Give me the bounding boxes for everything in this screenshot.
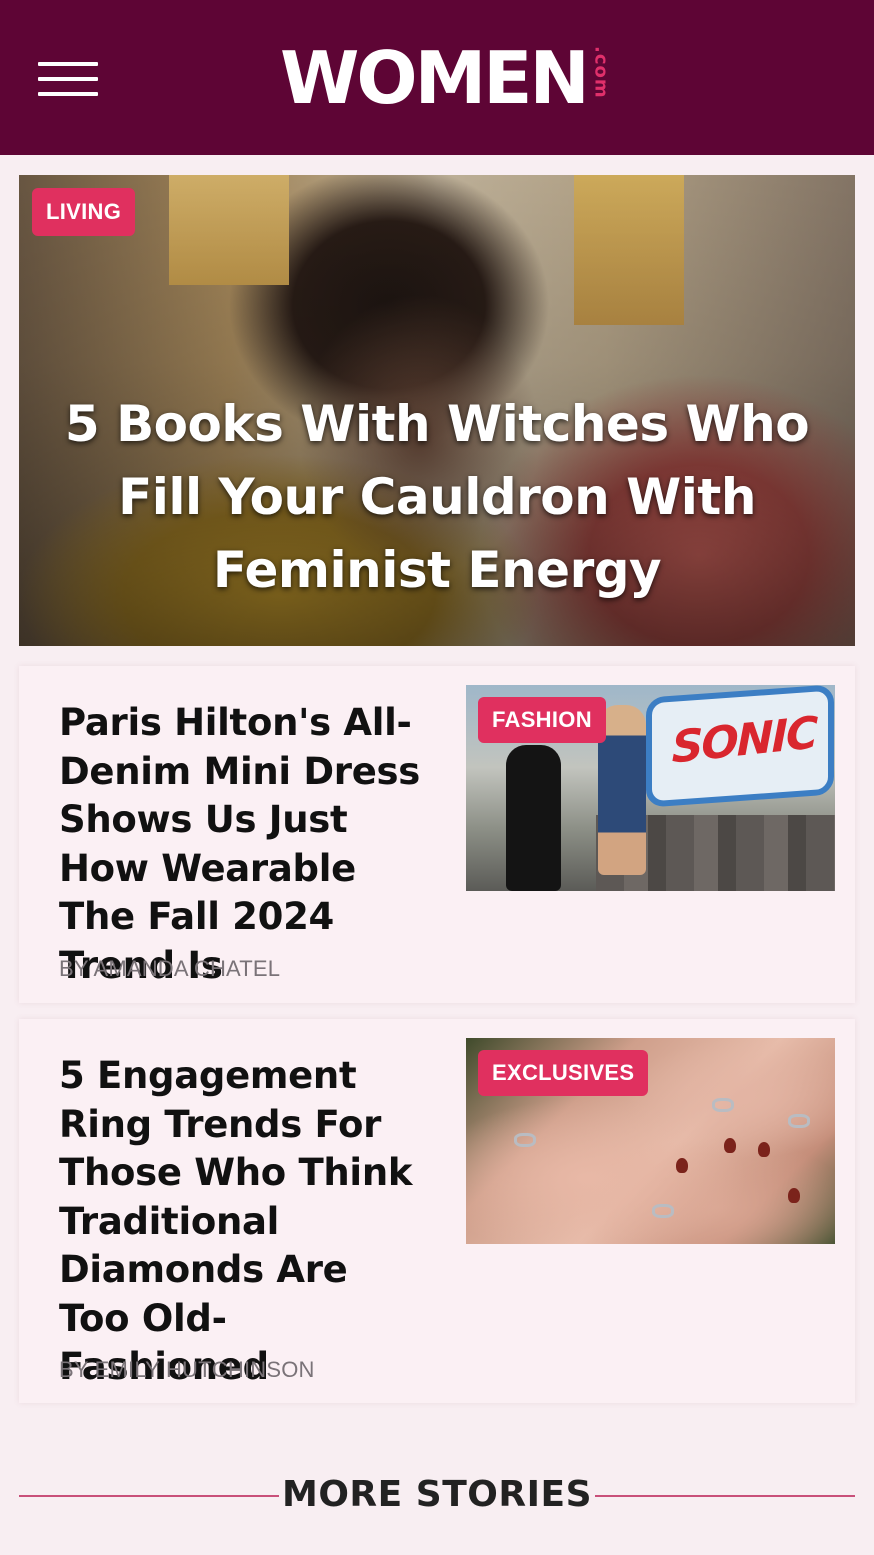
logo-wordmark: WOMEN	[280, 36, 590, 120]
article-thumbnail[interactable]: EXCLUSIVES	[466, 1038, 835, 1244]
article-card[interactable]: Paris Hilton's All-Denim Mini Dress Show…	[19, 666, 855, 1003]
hero-article[interactable]: LIVING 5 Books With Witches Who Fill You…	[19, 175, 855, 646]
article-author: BY EMILY HUTCHINSON	[59, 1357, 315, 1382]
category-tag-living[interactable]: LIVING	[32, 188, 136, 236]
category-tag-fashion[interactable]: FASHION	[478, 697, 606, 743]
hero-title[interactable]: 5 Books With Witches Who Fill Your Cauld…	[49, 388, 825, 607]
more-stories-heading: MORE STORIES	[19, 1470, 855, 1520]
article-thumbnail[interactable]: SONIC FASHION	[466, 685, 835, 891]
category-tag-exclusives[interactable]: EXCLUSIVES	[478, 1050, 649, 1096]
article-title[interactable]: Paris Hilton's All-Denim Mini Dress Show…	[59, 699, 429, 990]
article-card[interactable]: 5 Engagement Ring Trends For Those Who T…	[19, 1019, 855, 1403]
hamburger-menu-icon[interactable]	[38, 62, 98, 98]
more-stories-label: MORE STORIES	[282, 1474, 592, 1515]
logo-suffix: .com	[590, 46, 612, 99]
site-logo[interactable]: WOMEN .com	[280, 38, 612, 118]
article-title[interactable]: 5 Engagement Ring Trends For Those Who T…	[59, 1052, 429, 1392]
article-author: BY AMANDA CHATEL	[59, 956, 281, 981]
site-header: WOMEN .com	[0, 0, 874, 155]
